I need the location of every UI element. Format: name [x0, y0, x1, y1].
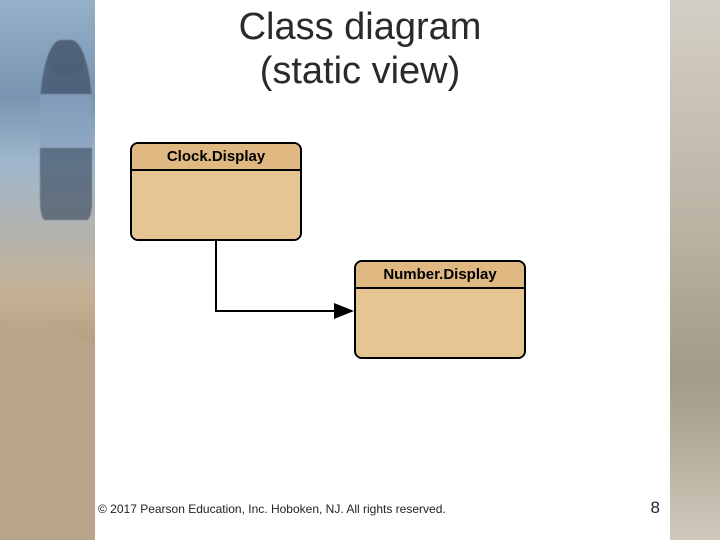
class-diagram: Clock.Display Number.Display — [120, 136, 560, 396]
title-line-2: (static view) — [260, 50, 461, 92]
class-name-clock-display: Clock.Display — [132, 144, 300, 171]
title-line-1: Class diagram — [239, 6, 482, 48]
slide-title: Class diagram (static view) — [0, 6, 720, 93]
class-box-number-display: Number.Display — [354, 260, 526, 359]
class-body-clock-display — [132, 171, 300, 239]
class-body-number-display — [356, 289, 524, 357]
class-name-number-display: Number.Display — [356, 262, 524, 289]
class-box-clock-display: Clock.Display — [130, 142, 302, 241]
copyright-footer: © 2017 Pearson Education, Inc. Hoboken, … — [98, 502, 446, 516]
page-number: 8 — [651, 498, 660, 518]
